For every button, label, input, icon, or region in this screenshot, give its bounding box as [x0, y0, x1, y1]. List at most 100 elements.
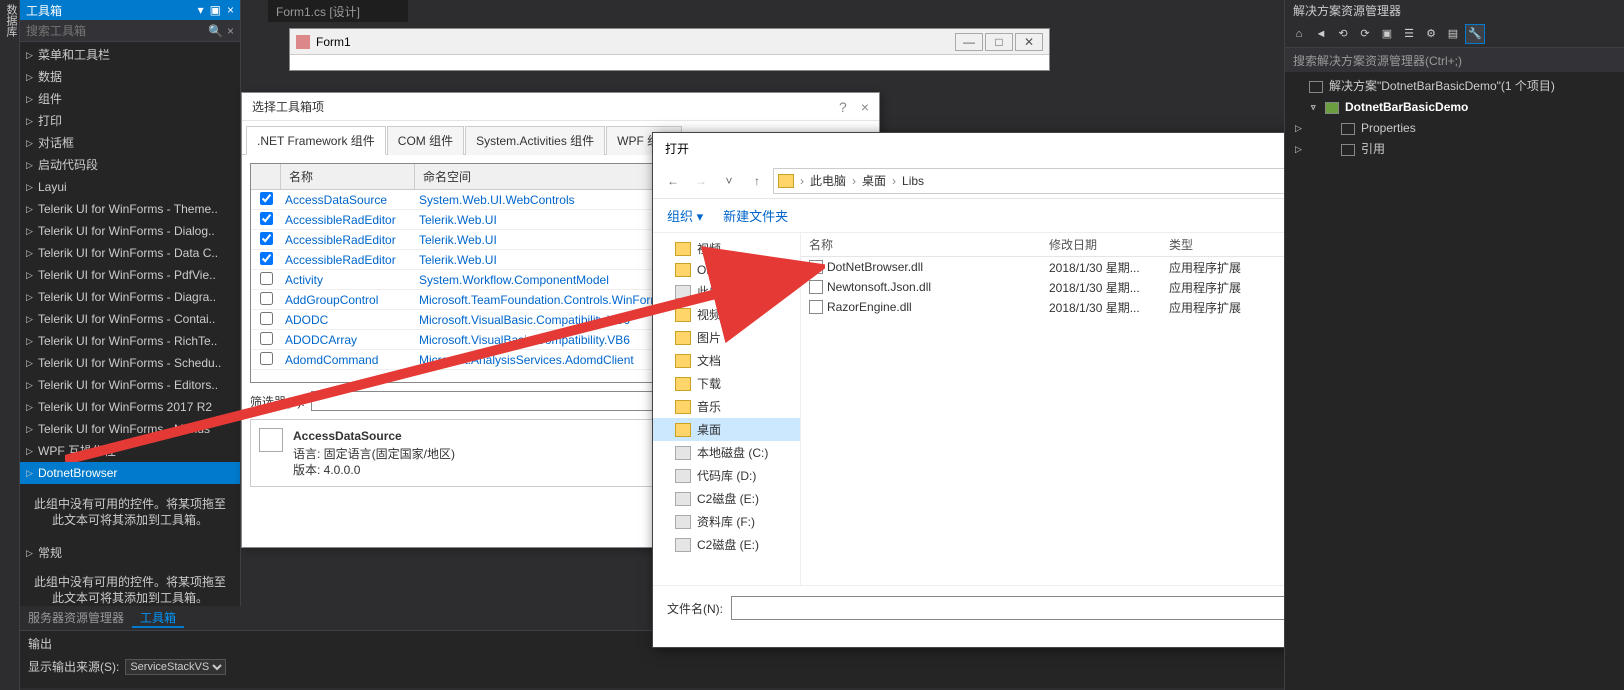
- form1-designer[interactable]: Form1 — □ ✕: [289, 28, 1050, 71]
- component-checkbox[interactable]: [260, 192, 273, 205]
- back-icon[interactable]: ◄: [1311, 24, 1331, 44]
- crumb-pc[interactable]: 此电脑: [810, 172, 846, 189]
- minimize-button[interactable]: —: [955, 33, 983, 51]
- clear-icon[interactable]: ×: [227, 24, 234, 38]
- preview-icon[interactable]: ▤: [1443, 24, 1463, 44]
- component-checkbox[interactable]: [260, 332, 273, 345]
- toolbox-header[interactable]: 工具箱 ▾ ▣ ×: [20, 0, 240, 20]
- component-checkbox[interactable]: [260, 252, 273, 265]
- home-icon[interactable]: ⌂: [1289, 24, 1309, 44]
- maximize-button[interactable]: □: [985, 33, 1013, 51]
- tree-item[interactable]: 本地磁盘 (C:): [653, 441, 800, 464]
- tree-item[interactable]: 视频: [653, 237, 800, 260]
- vertical-tab-strip[interactable]: 数据库: [0, 0, 20, 690]
- toolbox-item[interactable]: Telerik UI for WinForms - Contai..: [20, 308, 240, 330]
- toolbox-item[interactable]: Telerik UI for WinForms - Data C..: [20, 242, 240, 264]
- show-all-icon[interactable]: ☰: [1399, 24, 1419, 44]
- toolbox-item[interactable]: 启动代码段: [20, 154, 240, 176]
- close-icon[interactable]: ×: [861, 99, 869, 115]
- toolbox-item[interactable]: Layui: [20, 176, 240, 198]
- component-checkbox[interactable]: [260, 312, 273, 325]
- solution-node[interactable]: 解决方案"DotnetBarBasicDemo"(1 个项目): [1285, 76, 1624, 97]
- filename-input[interactable]: ˅: [731, 596, 1353, 620]
- tree-item[interactable]: 文档: [653, 349, 800, 372]
- dropdown-icon[interactable]: ▾: [198, 3, 204, 17]
- pin-icon[interactable]: ▣: [210, 3, 221, 17]
- search-icon[interactable]: 🔍: [208, 24, 223, 38]
- solution-tree[interactable]: 解决方案"DotnetBarBasicDemo"(1 个项目) ▿DotnetB…: [1285, 72, 1624, 164]
- refresh-icon[interactable]: ⟳: [1355, 24, 1375, 44]
- properties-icon[interactable]: ⚙: [1421, 24, 1441, 44]
- component-checkbox[interactable]: [260, 272, 273, 285]
- address-bar[interactable]: › 此电脑› 桌面› Libs ˅: [773, 168, 1319, 194]
- component-checkbox[interactable]: [260, 352, 273, 365]
- col-name[interactable]: 名称: [801, 236, 1041, 253]
- solexp-header[interactable]: 解决方案资源管理器: [1285, 0, 1624, 20]
- dll-icon: [809, 300, 823, 314]
- toolbox-item[interactable]: DotnetBrowser: [20, 462, 240, 484]
- toolbox-item[interactable]: 打印: [20, 110, 240, 132]
- toolbox-search[interactable]: 🔍 ×: [20, 20, 240, 42]
- tree-item[interactable]: 音乐: [653, 395, 800, 418]
- toolbox-item[interactable]: Telerik UI for WinForms - Editors..: [20, 374, 240, 396]
- new-folder-button[interactable]: 新建文件夹: [723, 206, 788, 225]
- close-icon[interactable]: ×: [227, 3, 234, 17]
- tree-item[interactable]: 此电脑: [653, 280, 800, 303]
- component-checkbox[interactable]: [260, 232, 273, 245]
- tab-toolbox[interactable]: 工具箱: [132, 606, 184, 628]
- component-checkbox[interactable]: [260, 292, 273, 305]
- col-checkbox[interactable]: [251, 164, 281, 189]
- references-node[interactable]: ▷引用: [1285, 139, 1624, 160]
- col-type[interactable]: 类型: [1161, 236, 1261, 253]
- tree-item[interactable]: 代码库 (D:): [653, 464, 800, 487]
- help-icon[interactable]: ?: [839, 99, 847, 115]
- organize-button[interactable]: 组织 ▾: [667, 206, 703, 225]
- folder-tree[interactable]: 视频OneDrive此电脑视频图片文档下载音乐桌面本地磁盘 (C:)代码库 (D…: [653, 233, 801, 585]
- sync-icon[interactable]: ⟲: [1333, 24, 1353, 44]
- tree-item[interactable]: C2磁盘 (E:): [653, 487, 800, 510]
- tree-item[interactable]: 图片: [653, 326, 800, 349]
- dialog-tab[interactable]: System.Activities 组件: [465, 126, 605, 155]
- tree-item[interactable]: OneDrive: [653, 260, 800, 280]
- tree-item[interactable]: 下载: [653, 372, 800, 395]
- output-source-select[interactable]: ServiceStackVS: [125, 659, 226, 675]
- toolbox-item[interactable]: Telerik UI for WinForms 2017 R2: [20, 396, 240, 418]
- close-button[interactable]: ✕: [1015, 33, 1043, 51]
- toolbox-general[interactable]: 常规: [20, 542, 240, 564]
- col-name[interactable]: 名称: [281, 164, 415, 189]
- crumb-libs[interactable]: Libs: [902, 174, 924, 188]
- tree-item[interactable]: 视频: [653, 303, 800, 326]
- toolbox-item[interactable]: Telerik UI for WinForms - PdfVie..: [20, 264, 240, 286]
- properties-node[interactable]: ▷Properties: [1285, 118, 1624, 139]
- toolbox-item[interactable]: 组件: [20, 88, 240, 110]
- tree-item[interactable]: 桌面: [653, 418, 800, 441]
- toolbox-item[interactable]: Telerik UI for WinForms - Menus: [20, 418, 240, 440]
- dialog-tab[interactable]: .NET Framework 组件: [246, 126, 386, 155]
- component-checkbox[interactable]: [260, 212, 273, 225]
- wrench-icon[interactable]: 🔧: [1465, 24, 1485, 44]
- toolbox-item[interactable]: 对话框: [20, 132, 240, 154]
- toolbox-item[interactable]: Telerik UI for WinForms - Diagra..: [20, 286, 240, 308]
- col-date[interactable]: 修改日期: [1041, 236, 1161, 253]
- collapse-icon[interactable]: ▣: [1377, 24, 1397, 44]
- nav-up-button[interactable]: ↑: [745, 169, 769, 193]
- tree-item[interactable]: 资料库 (F:): [653, 510, 800, 533]
- solexp-search[interactable]: 搜索解决方案资源管理器(Ctrl+;): [1285, 48, 1624, 72]
- toolbox-search-input[interactable]: [26, 24, 176, 38]
- toolbox-item[interactable]: Telerik UI for WinForms - Schedu..: [20, 352, 240, 374]
- toolbox-item[interactable]: 数据: [20, 66, 240, 88]
- toolbox-item[interactable]: Telerik UI for WinForms - Dialog..: [20, 220, 240, 242]
- nav-history-dropdown[interactable]: ˅: [717, 169, 741, 193]
- crumb-desktop[interactable]: 桌面: [862, 172, 886, 189]
- tab-server-explorer[interactable]: 服务器资源管理器: [20, 606, 132, 628]
- dialog-tab[interactable]: COM 组件: [387, 126, 464, 155]
- toolbox-item[interactable]: 菜单和工具栏: [20, 44, 240, 66]
- nav-forward-button[interactable]: →: [689, 169, 713, 193]
- toolbox-item[interactable]: Telerik UI for WinForms - RichTe..: [20, 330, 240, 352]
- project-node[interactable]: ▿DotnetBarBasicDemo: [1285, 97, 1624, 118]
- document-tab[interactable]: Form1.cs [设计]: [268, 0, 408, 22]
- tree-item[interactable]: C2磁盘 (E:): [653, 533, 800, 556]
- toolbox-item[interactable]: WPF 互操作性: [20, 440, 240, 462]
- toolbox-item[interactable]: Telerik UI for WinForms - Theme..: [20, 198, 240, 220]
- nav-back-button[interactable]: ←: [661, 169, 685, 193]
